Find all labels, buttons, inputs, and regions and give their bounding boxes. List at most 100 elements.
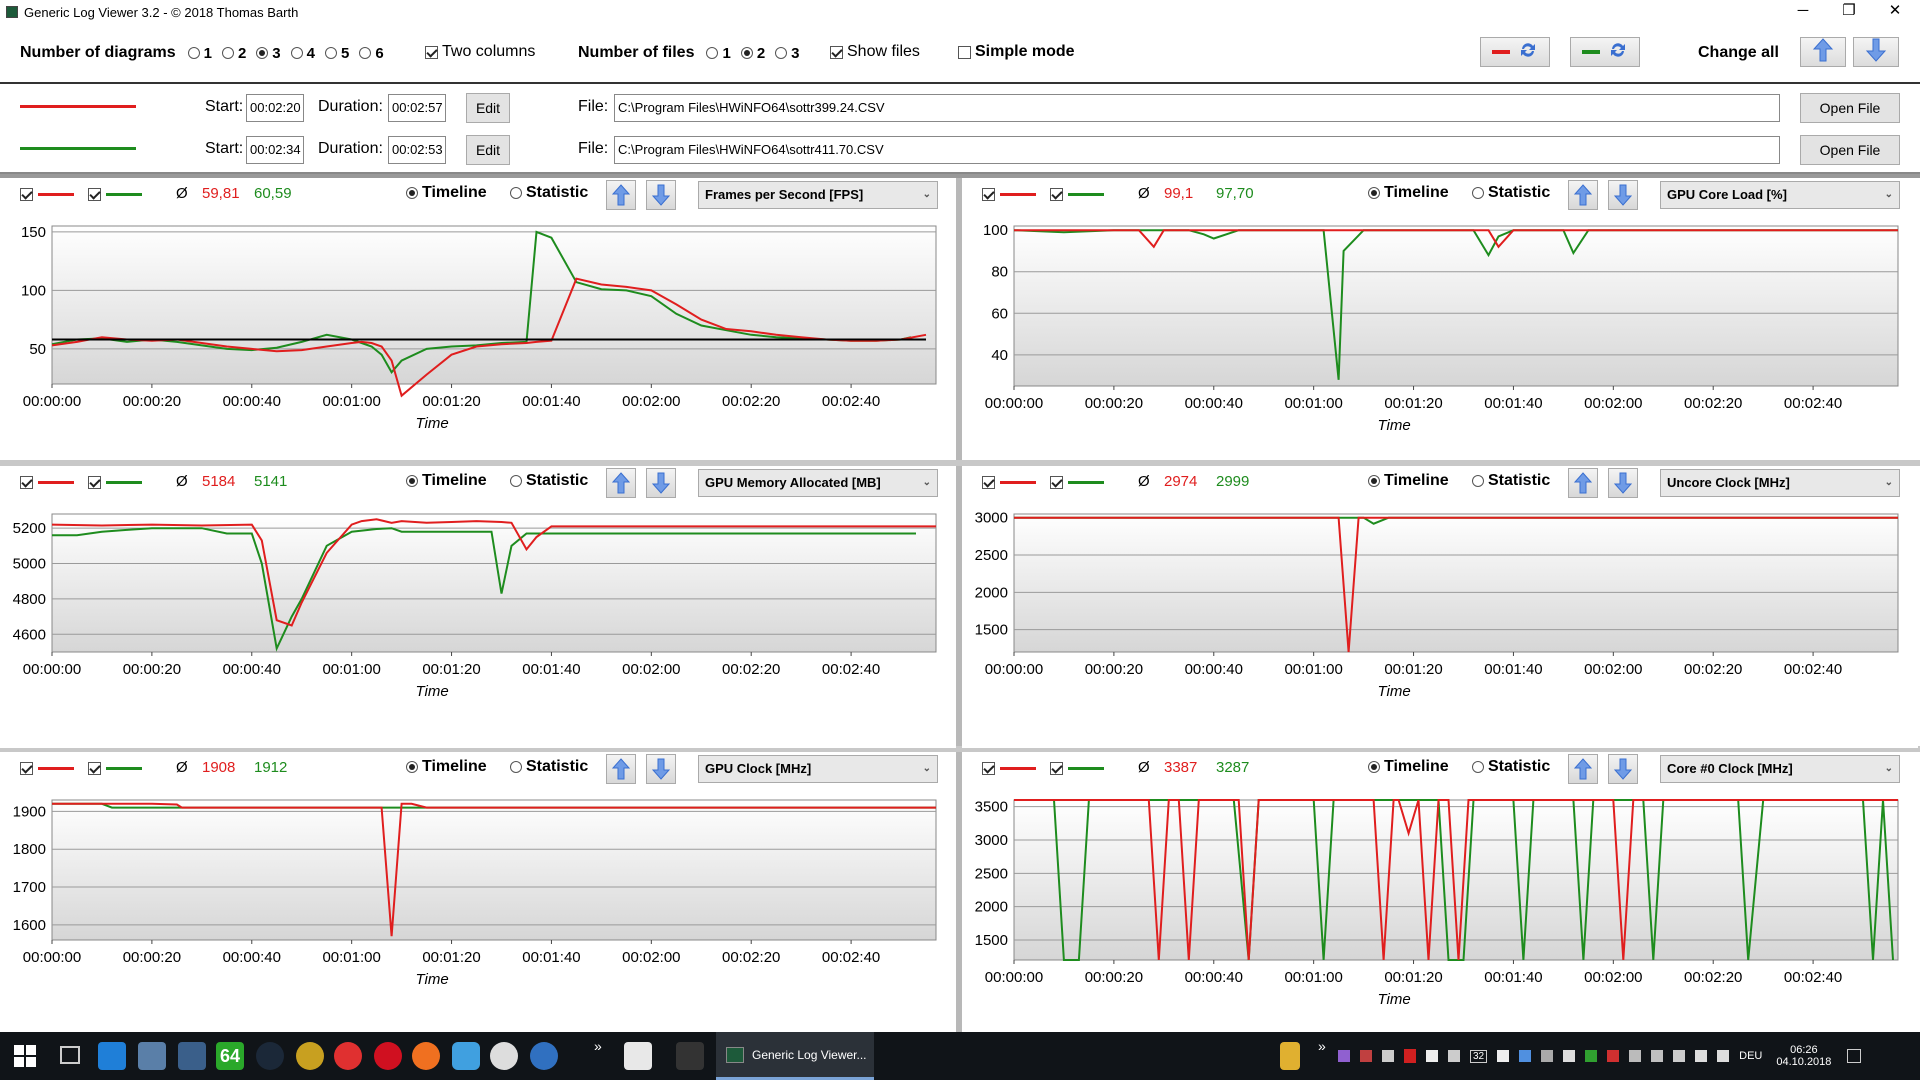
chart-panel-5: Ø 1908 1912 Timeline Statistic GPU Clock [MHz… xyxy=(0,752,956,1032)
system-tray: 32 DEU 06:26 04.10.2018 xyxy=(1338,1032,1862,1080)
tray-overflow-icon[interactable]: » xyxy=(1318,1038,1326,1054)
open-file-button[interactable]: Open File xyxy=(1800,135,1900,165)
tray-icon-11[interactable] xyxy=(1563,1050,1576,1062)
start-field[interactable]: 00:02:20 xyxy=(246,94,304,122)
move-up-all-button[interactable] xyxy=(1800,37,1846,67)
start-field[interactable]: 00:02:34 xyxy=(246,136,304,164)
benchmark-icon[interactable] xyxy=(490,1042,518,1070)
tray-icon-14[interactable] xyxy=(1629,1050,1642,1062)
chart-panel-1: Ø 59,81 60,59 Timeline Statistic Frames per S… xyxy=(0,178,956,460)
x-tick-label: 00:01:20 xyxy=(1384,969,1442,986)
diagram-count-option-1[interactable]: 1 xyxy=(187,45,212,62)
x-axis-label: Time xyxy=(1378,991,1411,1008)
minimize-button[interactable]: ─ xyxy=(1780,0,1826,24)
edit-button[interactable]: Edit xyxy=(466,93,510,123)
x-tick-label: 00:01:00 xyxy=(322,393,380,410)
tray-icon-13[interactable] xyxy=(1607,1050,1620,1062)
two-columns-checkbox[interactable]: Two columns xyxy=(425,43,535,61)
y-tick-label: 100 xyxy=(983,222,1008,239)
duration-field[interactable]: 00:02:57 xyxy=(388,94,446,122)
file-count-radio-3[interactable] xyxy=(775,47,788,59)
x-tick-label: 00:02:20 xyxy=(1684,661,1742,678)
file-count-option-3[interactable]: 3 xyxy=(775,45,800,62)
app-icon-dark[interactable] xyxy=(676,1042,704,1070)
language-indicator[interactable]: DEU xyxy=(1739,1050,1762,1062)
file-count-option-2[interactable]: 2 xyxy=(740,45,765,62)
shield-icon[interactable] xyxy=(1404,1049,1416,1063)
diagram-count-radio-6[interactable] xyxy=(359,47,372,59)
diagram-count-option-2[interactable]: 2 xyxy=(221,45,246,62)
origin-icon[interactable] xyxy=(412,1042,440,1070)
simple-mode-check[interactable] xyxy=(958,45,971,59)
tray-icon-6[interactable] xyxy=(1448,1050,1460,1062)
steam-icon[interactable] xyxy=(256,1042,284,1070)
file-count-radio-1[interactable] xyxy=(706,47,719,59)
file-count-option-1[interactable]: 1 xyxy=(706,45,731,62)
task-view-icon[interactable] xyxy=(60,1046,80,1064)
tray-icon-8[interactable] xyxy=(1497,1050,1510,1062)
steam-tray-icon[interactable] xyxy=(1651,1050,1664,1062)
simple-mode-checkbox[interactable]: Simple mode xyxy=(958,43,1075,61)
mail-icon[interactable] xyxy=(530,1042,558,1070)
tray-icon-10[interactable] xyxy=(1541,1050,1554,1062)
chart-svg: 3000 2500 2000 1500 00:00:00 00:00:20 00:00:40… xyxy=(975,510,1899,700)
file-path-field[interactable]: C:\Program Files\HWiNFO64\sottr411.70.CS… xyxy=(614,136,1780,164)
show-files-checkbox[interactable]: Show files xyxy=(830,43,920,61)
tray-icon-2[interactable] xyxy=(1360,1050,1372,1062)
monitor-icon[interactable] xyxy=(138,1042,166,1070)
flash-icon[interactable] xyxy=(334,1042,362,1070)
duration-field[interactable]: 00:02:53 xyxy=(388,136,446,164)
opera-icon[interactable] xyxy=(374,1042,402,1070)
uplay-icon[interactable] xyxy=(452,1042,480,1070)
x-tick-label: 00:00:00 xyxy=(23,661,81,678)
close-button[interactable]: ✕ xyxy=(1872,0,1918,24)
diagram-count-radio-3[interactable] xyxy=(256,47,269,59)
plot-area: 3000 2500 2000 1500 00:00:00 00:00:20 00:00:40… xyxy=(962,466,1918,748)
file-path-field[interactable]: C:\Program Files\HWiNFO64\sottr399.24.CS… xyxy=(614,94,1780,122)
plot-background xyxy=(51,799,937,941)
network-icon[interactable] xyxy=(1695,1050,1708,1062)
diagram-count-option-6[interactable]: 6 xyxy=(359,45,384,62)
taskbar-active-app[interactable]: Generic Log Viewer... xyxy=(716,1032,874,1080)
volume-icon[interactable] xyxy=(1717,1050,1730,1062)
file-count-radio-2[interactable] xyxy=(740,47,753,59)
move-down-all-button[interactable] xyxy=(1853,37,1899,67)
diagram-count-option-5[interactable]: 5 xyxy=(324,45,349,62)
plot-background xyxy=(51,225,937,385)
tray-icon-16[interactable] xyxy=(1673,1050,1686,1062)
diagrams-label: Number of diagrams xyxy=(20,44,176,61)
store-icon[interactable] xyxy=(624,1042,652,1070)
green-line-swatch xyxy=(1582,50,1600,54)
gpu-tool-icon[interactable] xyxy=(296,1042,324,1070)
tray-icon-1[interactable] xyxy=(1338,1050,1350,1062)
tray-icon-3[interactable] xyxy=(1382,1050,1394,1062)
tray-icon-5[interactable] xyxy=(1426,1050,1438,1062)
diagram-count-radio-5[interactable] xyxy=(324,47,337,59)
laptop-icon[interactable] xyxy=(178,1042,206,1070)
show-files-check[interactable] xyxy=(830,45,843,59)
notification-icon[interactable] xyxy=(1847,1049,1862,1063)
file-row-2: Start: 00:02:34 Duration: 00:02:53 Edit File:… xyxy=(0,132,1920,168)
y-tick-label: 1900 xyxy=(13,803,46,820)
diagram-count-radio-1[interactable] xyxy=(187,47,200,59)
open-file-button[interactable]: Open File xyxy=(1800,93,1900,123)
clock[interactable]: 06:26 04.10.2018 xyxy=(1776,1044,1831,1068)
edit-button[interactable]: Edit xyxy=(466,135,510,165)
tray-icon-9[interactable] xyxy=(1519,1050,1532,1062)
diagram-count-option-3[interactable]: 3 xyxy=(256,45,281,62)
hwinfo-icon[interactable]: 64 xyxy=(216,1042,244,1070)
overflow-chevron-icon[interactable]: » xyxy=(594,1038,602,1054)
swap-color-green-button[interactable] xyxy=(1570,37,1640,67)
tray-number[interactable]: 32 xyxy=(1470,1049,1488,1063)
diagram-count-option-4[interactable]: 4 xyxy=(290,45,315,62)
windows-start-icon[interactable] xyxy=(14,1045,36,1072)
file-label: File: xyxy=(578,98,609,115)
diagram-count-radio-4[interactable] xyxy=(290,47,303,59)
folder-icon[interactable] xyxy=(1280,1042,1300,1070)
two-columns-check[interactable] xyxy=(425,45,438,59)
swap-color-red-button[interactable] xyxy=(1480,37,1550,67)
diagram-count-radio-2[interactable] xyxy=(221,47,234,59)
restore-button[interactable]: ❐ xyxy=(1826,0,1872,24)
explorer-icon[interactable] xyxy=(98,1042,126,1070)
nvidia-icon[interactable] xyxy=(1585,1050,1598,1062)
